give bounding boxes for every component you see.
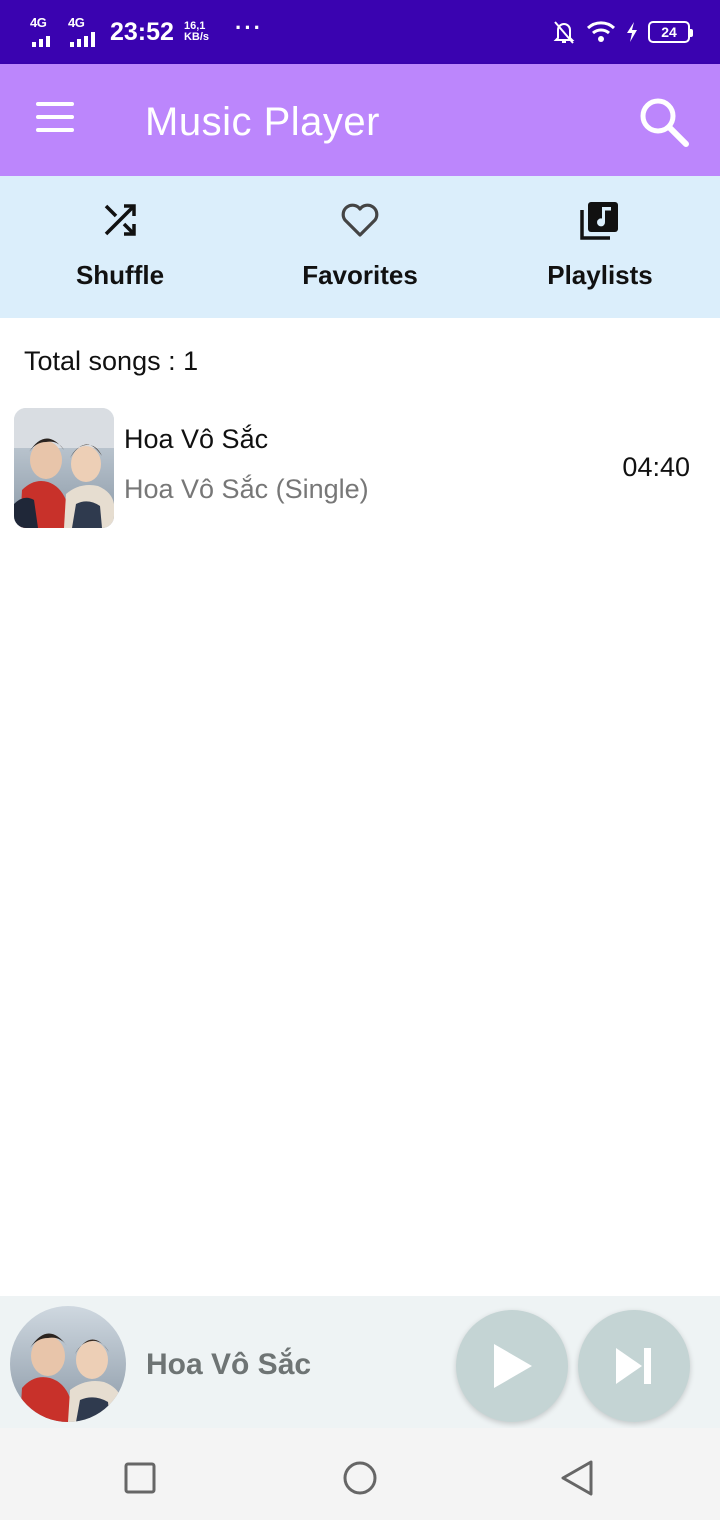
action-tabs: Shuffle Favorites Playlists bbox=[0, 176, 720, 318]
tab-label: Favorites bbox=[302, 260, 418, 290]
tab-shuffle[interactable]: Shuffle bbox=[0, 176, 240, 318]
menu-button[interactable] bbox=[36, 102, 76, 138]
play-button[interactable] bbox=[456, 1310, 568, 1422]
app-title: Music Player bbox=[145, 100, 380, 144]
signal-icon: 4G bbox=[30, 15, 60, 47]
menu-icon-line bbox=[36, 115, 74, 119]
album-art bbox=[14, 408, 114, 528]
home-icon[interactable] bbox=[340, 1458, 380, 1498]
recents-icon[interactable] bbox=[120, 1458, 160, 1498]
heart-icon bbox=[341, 203, 379, 237]
status-left: 4G 4G 23:52 16,1 KB/s ··· bbox=[30, 14, 263, 50]
play-icon bbox=[494, 1344, 532, 1388]
more-notifications: ··· bbox=[235, 15, 263, 40]
next-button[interactable] bbox=[578, 1310, 690, 1422]
back-icon[interactable] bbox=[558, 1458, 598, 1498]
status-right: 24 bbox=[552, 18, 693, 46]
tab-label: Shuffle bbox=[75, 260, 165, 290]
battery-level: 24 bbox=[661, 24, 677, 40]
song-title: Hoa Vô Sắc bbox=[124, 424, 269, 454]
tab-label: Playlists bbox=[547, 260, 653, 290]
signal-icon: 4G bbox=[68, 15, 98, 47]
network-speed: 16,1 KB/s bbox=[184, 21, 209, 43]
mini-song-title: Hoa Vô Sắc bbox=[146, 1348, 312, 1381]
playlist-icon bbox=[580, 202, 618, 240]
status-bar: 4G 4G 23:52 16,1 KB/s ··· 24 bbox=[0, 0, 720, 64]
network-type: 4G bbox=[30, 15, 47, 30]
app-bar: Music Player bbox=[0, 64, 720, 176]
song-duration: 04:40 bbox=[622, 452, 690, 482]
total-songs-label: Total songs : 1 bbox=[24, 346, 199, 376]
network-type: 4G bbox=[68, 15, 85, 30]
song-list-item[interactable]: Hoa Vô Sắc Hoa Vô Sắc (Single) 04:40 bbox=[0, 406, 720, 530]
search-icon[interactable] bbox=[636, 94, 692, 150]
speed-unit: KB/s bbox=[183, 31, 210, 43]
bell-off-icon bbox=[553, 21, 575, 44]
battery-icon: 24 bbox=[648, 21, 693, 43]
tab-playlists[interactable]: Playlists bbox=[480, 176, 720, 318]
wifi-icon bbox=[586, 21, 616, 42]
song-album: Hoa Vô Sắc (Single) bbox=[124, 474, 369, 504]
menu-icon-line bbox=[36, 102, 74, 106]
mini-player[interactable]: Hoa Vô Sắc bbox=[0, 1296, 720, 1428]
charging-icon bbox=[627, 22, 637, 42]
clock: 23:52 bbox=[110, 17, 174, 46]
shuffle-icon bbox=[104, 204, 136, 236]
skip-next-icon bbox=[616, 1348, 651, 1384]
system-nav-bar bbox=[0, 1428, 720, 1520]
mini-album-art bbox=[10, 1306, 126, 1422]
tab-favorites[interactable]: Favorites bbox=[240, 176, 480, 318]
menu-icon-line bbox=[36, 128, 74, 132]
